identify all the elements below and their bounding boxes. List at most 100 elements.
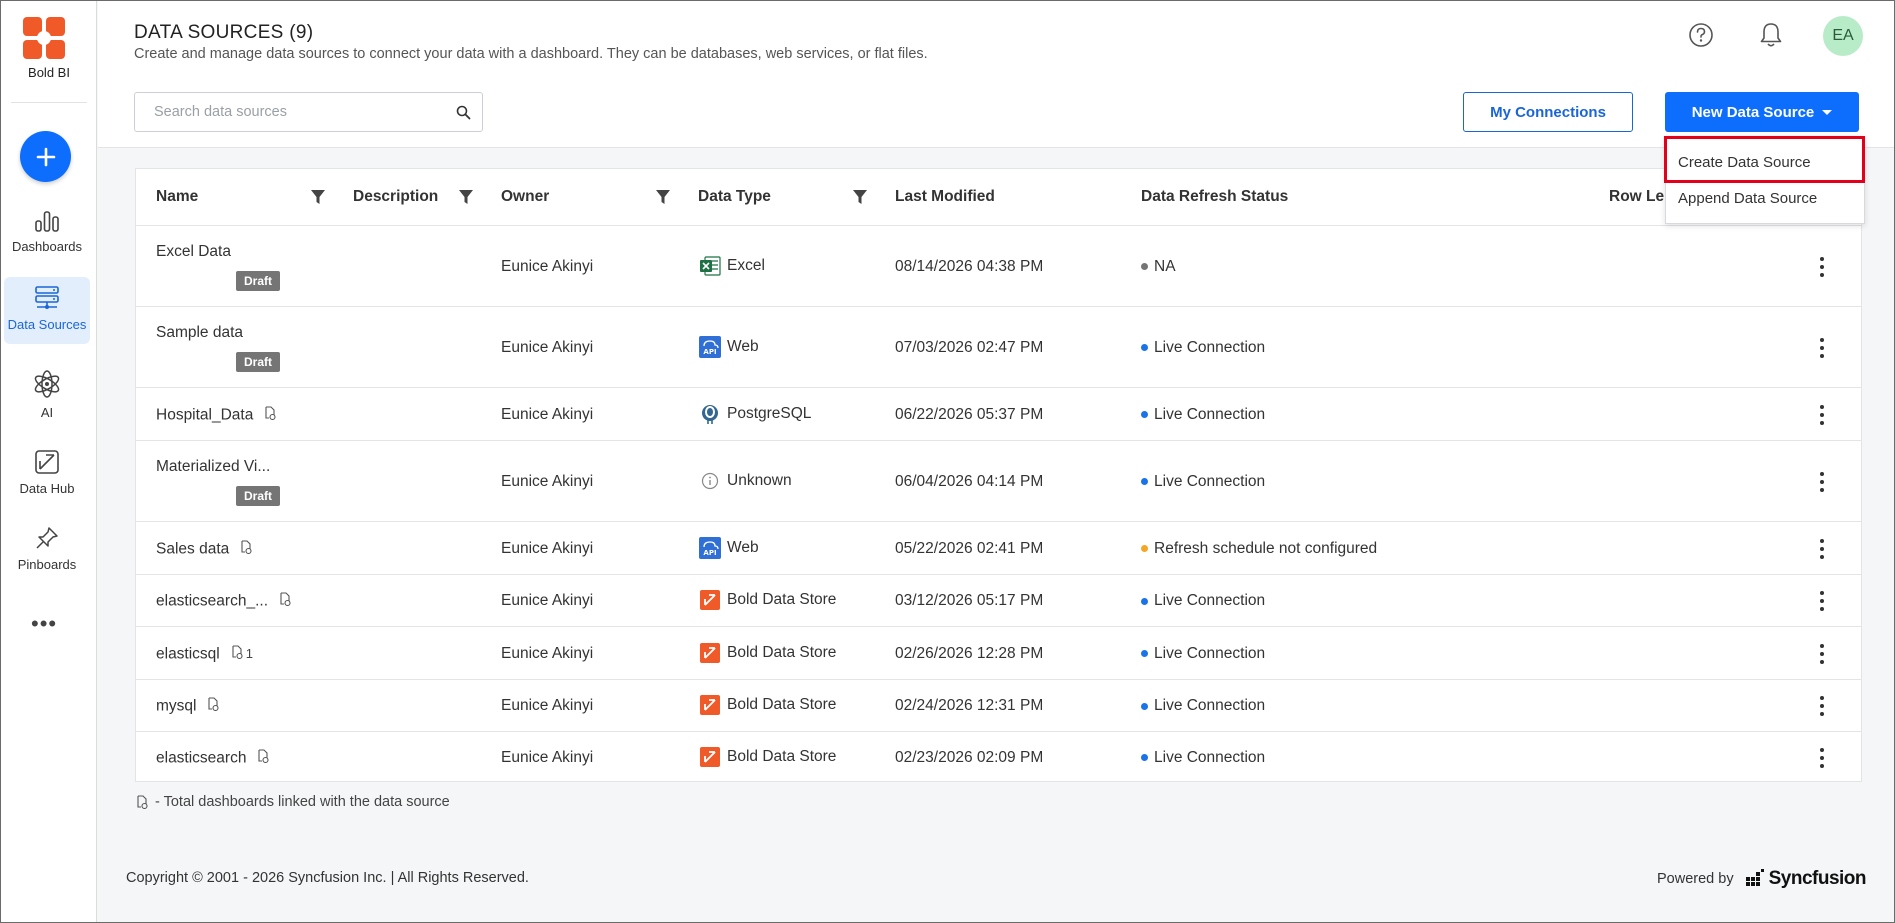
last-modified: 02/26/2026 12:28 PM <box>895 644 1044 662</box>
data-type-label: PostgreSQL <box>727 404 812 422</box>
refresh-status: Live Connection <box>1141 749 1265 767</box>
data-source-name[interactable]: Materialized Vi... <box>156 458 270 476</box>
data-source-name[interactable]: elasticsearch <box>156 748 270 768</box>
data-type: API Web <box>699 536 759 559</box>
table-row[interactable]: elasticsql 1 Eunice Akinyi Bold Data Store 0… <box>136 627 1861 680</box>
data-source-name-text: elasticsql <box>156 645 220 663</box>
refresh-status-text: Live Connection <box>1154 748 1266 766</box>
table-row[interactable]: Sales data Eunice Akinyi API Web 05/22/2026 … <box>136 522 1861 575</box>
status-dot <box>1141 344 1148 351</box>
status-dot <box>1141 650 1148 657</box>
data-source-name[interactable]: Sample data <box>156 324 243 342</box>
bold-data-store-icon <box>699 694 721 716</box>
refresh-status: Live Connection <box>1141 339 1265 357</box>
sidebar-item-dashboards[interactable]: Dashboards <box>4 201 90 268</box>
more-actions-icon[interactable] <box>1819 643 1825 664</box>
column-header-owner[interactable]: Owner <box>501 188 549 206</box>
linked-dashboards-icon <box>256 748 270 768</box>
column-header-last-modified[interactable]: Last Modified <box>895 188 995 206</box>
column-header-row-level[interactable]: Row Le <box>1609 188 1664 206</box>
data-source-name[interactable]: elasticsearch_... <box>156 592 292 611</box>
data-source-name[interactable]: Hospital_Data <box>156 405 277 425</box>
table-row[interactable]: elasticsearch Eunice Akinyi Bold Data Stor… <box>136 732 1861 783</box>
data-type-label: Unknown <box>727 471 792 489</box>
data-sources-icon <box>35 286 59 309</box>
column-header-description[interactable]: Description <box>353 188 441 206</box>
refresh-status: Refresh schedule not configured <box>1141 540 1377 558</box>
filter-icon[interactable] <box>310 189 326 205</box>
syncfusion-logo[interactable]: Syncfusion <box>1745 868 1867 890</box>
syncfusion-brand: Syncfusion <box>1768 868 1867 889</box>
caret-down-icon <box>1822 109 1833 115</box>
more-actions-icon[interactable] <box>1819 591 1825 611</box>
filter-icon[interactable] <box>655 189 671 205</box>
table-header: Name Description Owner Data Type Last Mo… <box>136 169 1861 226</box>
refresh-status: Live Connection <box>1141 406 1265 424</box>
app-window: Bold BI Dashboards Data Sources AI Data … <box>0 0 1895 923</box>
owner: Eunice Akinyi <box>501 592 594 609</box>
more-actions-icon[interactable] <box>1819 337 1825 358</box>
search-icon[interactable] <box>456 105 471 120</box>
sidebar-item-label: Dashboards <box>11 239 83 254</box>
table-row[interactable]: Sample data Draft Eunice Akinyi API Web 07/03… <box>136 307 1861 388</box>
search-input[interactable] <box>135 93 435 131</box>
more-actions-icon[interactable] <box>1819 404 1825 425</box>
filter-icon[interactable] <box>852 189 868 205</box>
footer: Copyright © 2001 - 2026 Syncfusion Inc. … <box>98 849 1894 911</box>
filter-icon[interactable] <box>458 189 474 205</box>
status-dot <box>1141 263 1148 270</box>
user-avatar[interactable]: EA <box>1823 16 1863 56</box>
bold-data-store-icon <box>699 642 721 664</box>
column-header-data-type[interactable]: Data Type <box>698 188 771 206</box>
column-header-name[interactable]: Name <box>156 188 198 206</box>
create-new-button[interactable] <box>20 131 71 182</box>
data-type: Unknown <box>699 470 792 492</box>
more-actions-icon[interactable] <box>1819 696 1825 716</box>
data-source-name[interactable]: Sales data <box>156 539 253 559</box>
sidebar-item-pinboards[interactable]: Pinboards <box>4 517 90 584</box>
more-actions-icon[interactable] <box>1819 471 1825 492</box>
notification-bell-icon[interactable] <box>1758 21 1784 54</box>
last-modified: 02/23/2026 02:09 PM <box>895 748 1044 766</box>
column-header-refresh-status[interactable]: Data Refresh Status <box>1141 188 1288 206</box>
powered-by-label: Powered by <box>1657 871 1734 887</box>
info-icon <box>699 470 721 492</box>
status-dot <box>1141 597 1148 605</box>
draft-badge: Draft <box>236 352 281 372</box>
plus-icon <box>36 147 55 166</box>
data-source-name[interactable]: elasticsql 1 <box>156 644 253 664</box>
data-source-name-text: mysql <box>156 697 197 715</box>
my-connections-button[interactable]: My Connections <box>1463 92 1633 132</box>
svg-text:API: API <box>703 348 716 356</box>
footnote: - Total dashboards linked with the data … <box>135 794 450 810</box>
copyright-text: Copyright © 2001 - 2026 Syncfusion Inc. … <box>126 870 529 886</box>
sidebar-item-data-sources[interactable]: Data Sources <box>4 277 90 344</box>
table-row[interactable]: Excel Data Draft Eunice Akinyi Excel 08/14/2… <box>136 226 1861 307</box>
table-row[interactable]: elasticsearch_... Eunice Akinyi Bold Data … <box>136 575 1861 627</box>
sidebar-item-label: Data Hub <box>19 481 75 496</box>
table-row[interactable]: Hospital_Data Eunice Akinyi PostgreSQL 06/2… <box>136 388 1861 441</box>
bold-data-store-icon <box>699 746 721 768</box>
sidebar: Bold BI Dashboards Data Sources AI Data … <box>1 1 97 922</box>
help-icon[interactable] <box>1688 22 1714 53</box>
postgresql-icon <box>699 403 721 425</box>
data-source-name[interactable]: mysql <box>156 697 220 716</box>
data-type: Excel <box>699 255 765 277</box>
last-modified: 05/22/2026 02:41 PM <box>895 539 1044 557</box>
data-source-name[interactable]: Excel Data <box>156 243 231 261</box>
web-api-icon: API <box>699 536 721 559</box>
refresh-status: Live Connection <box>1141 645 1265 663</box>
new-data-source-button[interactable]: New Data Source <box>1665 92 1859 132</box>
more-actions-icon[interactable] <box>1819 538 1825 559</box>
bold-bi-logo-icon[interactable] <box>23 17 65 59</box>
more-options-icon[interactable]: ••• <box>31 611 57 637</box>
table-row[interactable]: mysql Eunice Akinyi Bold Data Store 02/24/2… <box>136 680 1861 732</box>
table-row[interactable]: Materialized Vi... Draft Eunice Akinyi Unkn… <box>136 441 1861 522</box>
append-data-source-option[interactable]: Append Data Source <box>1678 190 1817 207</box>
refresh-status: Live Connection <box>1141 473 1265 491</box>
sidebar-item-data-hub[interactable]: Data Hub <box>4 441 90 508</box>
sidebar-item-ai[interactable]: AI <box>4 361 90 428</box>
more-actions-icon[interactable] <box>1819 747 1825 768</box>
more-actions-icon[interactable] <box>1819 256 1825 277</box>
refresh-status: Live Connection <box>1141 592 1265 610</box>
